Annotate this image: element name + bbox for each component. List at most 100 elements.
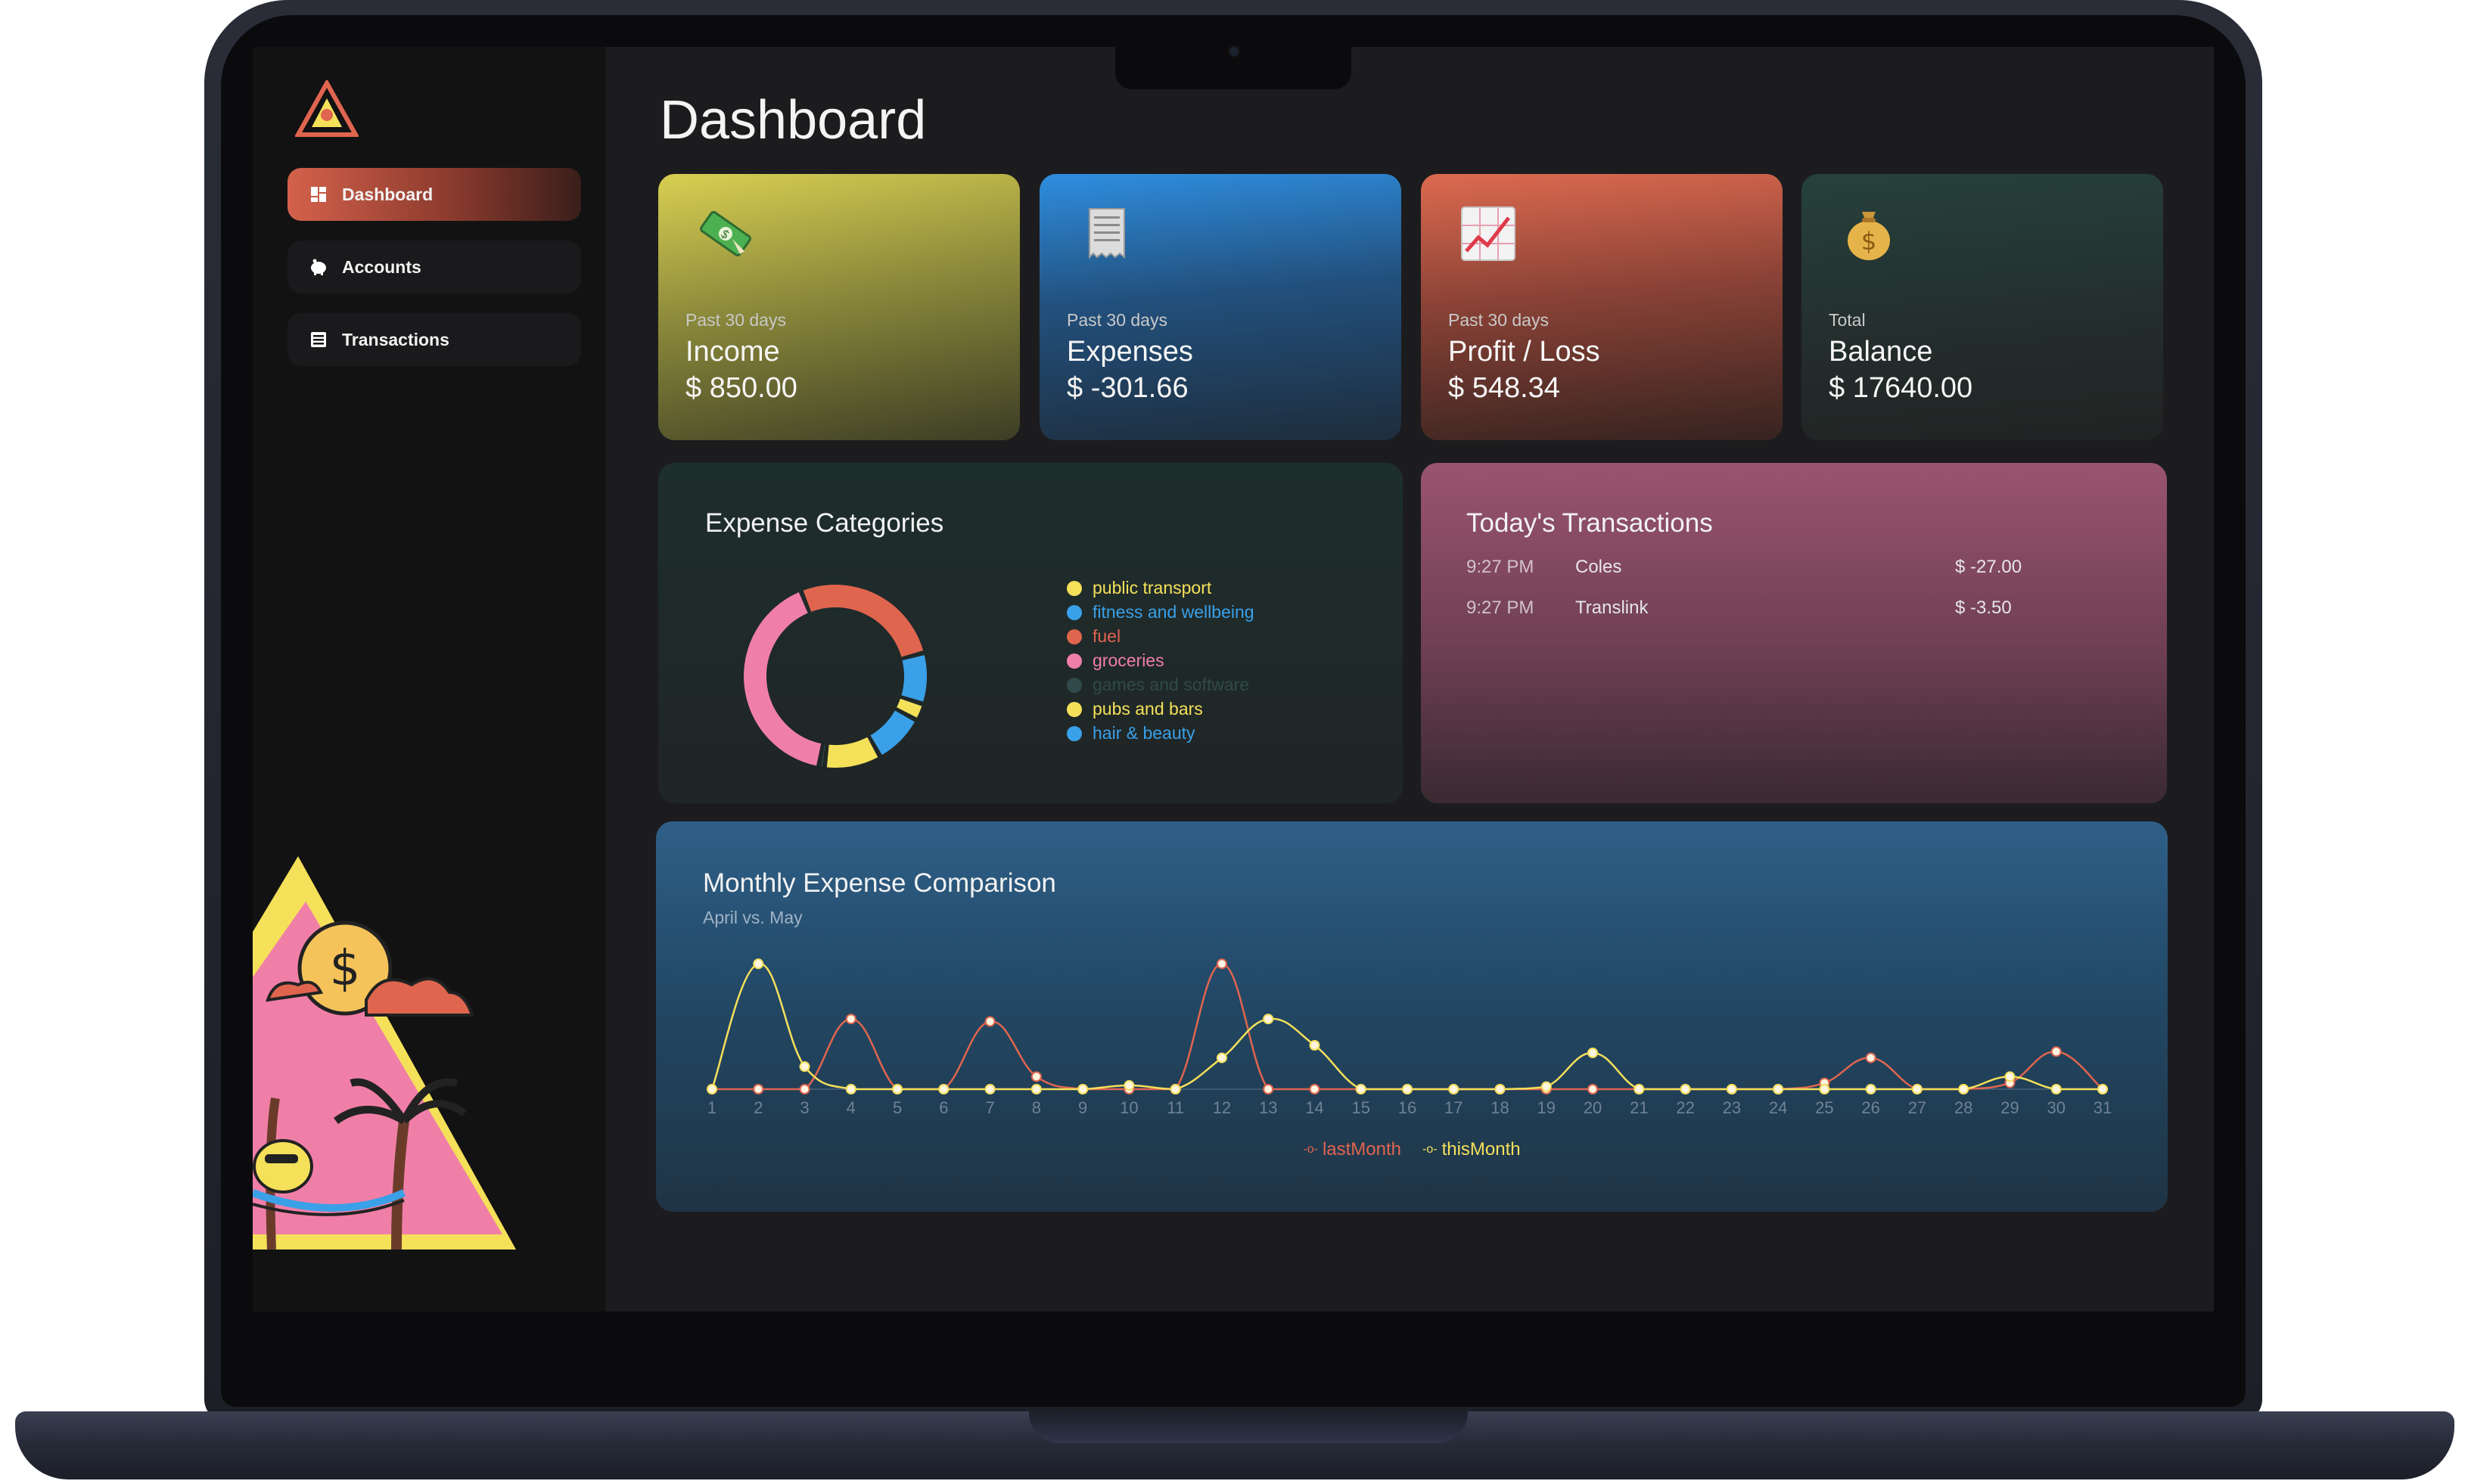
legend-item[interactable]: fuel (1067, 626, 1121, 647)
data-point[interactable] (1819, 1084, 1830, 1094)
expenses-period: Past 30 days (1067, 310, 1167, 330)
series-line-lastMonth (711, 963, 2103, 1091)
legend-label: games and software (1093, 675, 1250, 694)
data-point[interactable] (1865, 1084, 1876, 1094)
sidebar-item-dashboard[interactable]: Dashboard (288, 168, 581, 221)
data-point[interactable] (1587, 1047, 1599, 1058)
series-legend-item[interactable]: -o-thisMonth (1422, 1139, 1521, 1160)
data-point[interactable] (845, 1014, 856, 1025)
profit-card[interactable]: Past 30 days Profit / Loss $ 548.34 (1421, 174, 1783, 440)
x-tick-label: 25 (1815, 1098, 1833, 1117)
data-point[interactable] (1402, 1084, 1413, 1094)
data-point[interactable] (1726, 1084, 1737, 1094)
donut-slice-pubs-and-bars[interactable] (826, 737, 878, 768)
income-value: $ 850.00 (685, 372, 797, 404)
x-tick-label: 8 (1032, 1098, 1041, 1117)
data-point[interactable] (1077, 1084, 1089, 1094)
legend-label: hair & beauty (1093, 723, 1195, 743)
balance-card[interactable]: $ Total Balance $ 17640.00 (1801, 174, 2163, 440)
x-tick-label: 10 (1120, 1098, 1138, 1117)
legend-swatch (1067, 604, 1082, 620)
expense-categories-card: Expense Categories public transport fitne… (658, 463, 1403, 803)
x-tick-label: 28 (1954, 1098, 1972, 1117)
x-tick-label: 3 (800, 1098, 809, 1117)
legend-item[interactable]: pubs and bars (1067, 699, 1203, 719)
data-point[interactable] (1216, 958, 1227, 970)
data-point[interactable] (984, 1016, 996, 1027)
transaction-row[interactable]: 9:27 PM Coles $ -27.00 (1466, 557, 2132, 587)
data-point[interactable] (2050, 1046, 2062, 1057)
donut-slice-fitness-and-wellbeing[interactable] (901, 655, 927, 702)
transaction-row[interactable]: 9:27 PM Translink $ -3.50 (1466, 598, 2132, 628)
transaction-time: 9:27 PM (1466, 598, 1534, 618)
income-card[interactable]: $ Past 30 days Income $ 850.00 (658, 174, 1020, 440)
x-tick-label: 15 (1351, 1098, 1369, 1117)
data-point[interactable] (845, 1084, 856, 1094)
data-point[interactable] (1263, 1084, 1274, 1094)
series-legend-item[interactable]: -o-lastMonth (1303, 1139, 1401, 1160)
data-point[interactable] (1030, 1084, 1042, 1094)
balance-value: $ 17640.00 (1829, 372, 1973, 404)
data-point[interactable] (1773, 1084, 1784, 1094)
data-point[interactable] (1633, 1084, 1645, 1094)
monthly-comparison-card: Monthly Expense Comparison April vs. May… (656, 821, 2168, 1212)
donut-slice-groceries[interactable] (744, 592, 822, 766)
base-lip (1029, 1411, 1468, 1443)
data-point[interactable] (1448, 1084, 1459, 1094)
legend-item[interactable]: games and software (1067, 675, 1249, 695)
data-point[interactable] (2097, 1084, 2108, 1094)
donut-slice-hair-beauty[interactable] (870, 709, 915, 756)
data-point[interactable] (938, 1084, 950, 1094)
data-point[interactable] (1865, 1052, 1876, 1063)
laptop-base (15, 1411, 2454, 1479)
legend-item[interactable]: public transport (1067, 578, 1211, 598)
data-point[interactable] (1494, 1084, 1506, 1094)
expenses-card[interactable]: Past 30 days Expenses $ -301.66 (1040, 174, 1401, 440)
page-title: Dashboard (660, 90, 927, 151)
data-point[interactable] (753, 958, 764, 970)
donut-slice-public-transport[interactable] (897, 698, 922, 718)
legend-swatch (1067, 580, 1082, 596)
data-point[interactable] (1587, 1084, 1599, 1094)
x-tick-label: 30 (2047, 1098, 2065, 1117)
data-point[interactable] (753, 1084, 764, 1094)
sidebar-item-accounts[interactable]: Accounts (288, 241, 581, 293)
data-point[interactable] (892, 1084, 903, 1094)
data-point[interactable] (2050, 1084, 2062, 1094)
series-marker-icon: -o- (1422, 1143, 1438, 1156)
data-point[interactable] (1124, 1080, 1135, 1091)
data-point[interactable] (984, 1084, 996, 1094)
sidebar-item-transactions[interactable]: Transactions (288, 313, 581, 366)
x-tick-label: 7 (985, 1098, 994, 1117)
data-point[interactable] (2004, 1071, 2016, 1082)
data-point[interactable] (1263, 1014, 1274, 1025)
data-point[interactable] (1309, 1040, 1320, 1051)
logo-icon (295, 80, 359, 137)
legend-item[interactable]: hair & beauty (1067, 723, 1195, 744)
data-point[interactable] (1030, 1071, 1042, 1082)
x-tick-label: 16 (1398, 1098, 1416, 1117)
data-point[interactable] (1309, 1084, 1320, 1094)
x-tick-label: 29 (2000, 1098, 2019, 1117)
donut-slice-fuel[interactable] (803, 585, 924, 657)
data-point[interactable] (1216, 1052, 1227, 1063)
data-point[interactable] (1540, 1081, 1552, 1092)
data-point[interactable] (1170, 1084, 1181, 1094)
x-tick-label: 26 (1861, 1098, 1879, 1117)
legend-label: pubs and bars (1093, 699, 1203, 719)
data-point[interactable] (1958, 1084, 1969, 1094)
expense-donut-chart[interactable] (722, 563, 949, 790)
transaction-merchant: Translink (1575, 598, 1649, 618)
legend-swatch (1067, 629, 1082, 644)
data-point[interactable] (1355, 1084, 1366, 1094)
legend-item[interactable]: groceries (1067, 650, 1164, 671)
sidebar-item-label: Accounts (342, 256, 421, 277)
data-point[interactable] (799, 1061, 810, 1073)
data-point[interactable] (707, 1084, 717, 1094)
x-tick-label: 22 (1676, 1098, 1694, 1117)
data-point[interactable] (1680, 1084, 1691, 1094)
data-point[interactable] (1911, 1084, 1923, 1094)
data-point[interactable] (799, 1084, 810, 1094)
sidebar: Dashboard Accounts Transactions $ (253, 47, 605, 1312)
legend-item[interactable]: fitness and wellbeing (1067, 602, 1254, 622)
